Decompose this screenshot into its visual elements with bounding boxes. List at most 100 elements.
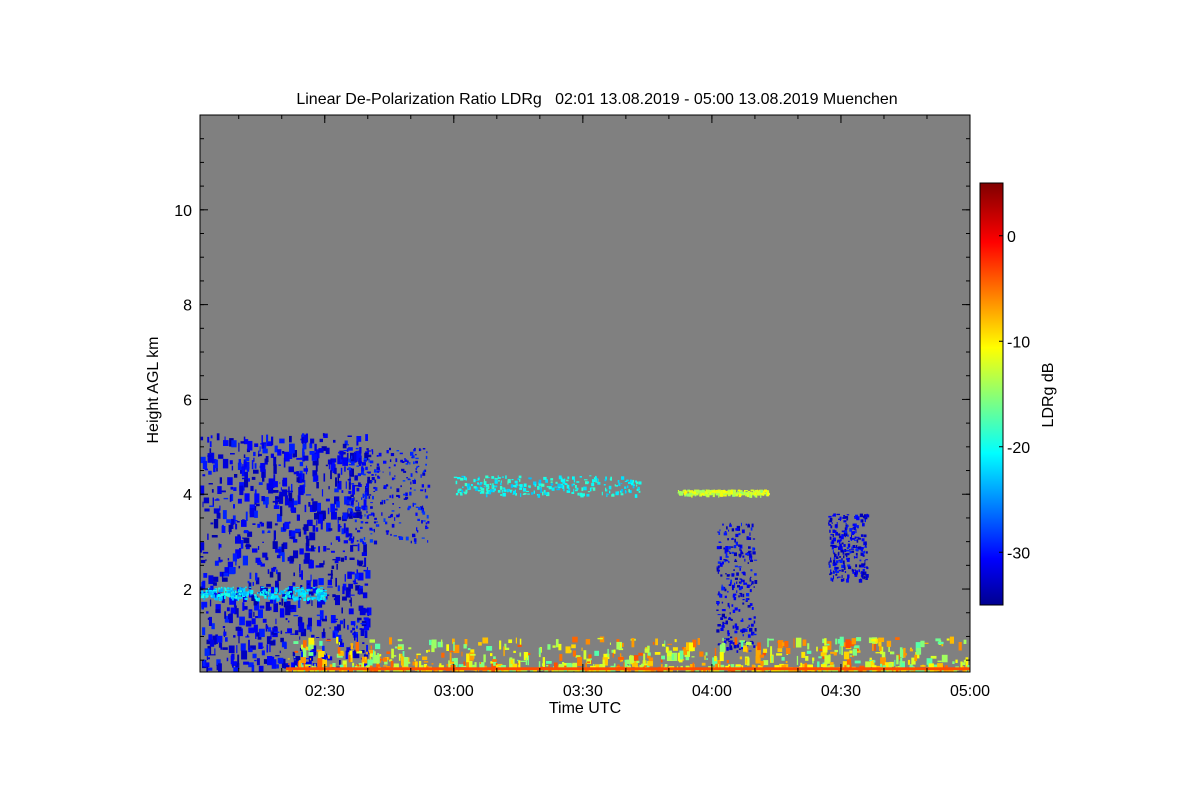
pixel [243, 661, 249, 665]
pixel [361, 507, 365, 509]
pixel [361, 497, 363, 500]
pixel [690, 493, 694, 495]
pixel [856, 555, 858, 559]
x-tick-label: 03:30 [563, 683, 603, 700]
pixel [719, 529, 721, 532]
pixel [238, 596, 241, 600]
pixel [241, 593, 244, 597]
pixel [319, 651, 324, 658]
pixel [358, 482, 361, 486]
pixel [555, 639, 559, 648]
pixel [319, 640, 323, 646]
pixel [731, 538, 734, 540]
pixel [716, 546, 721, 550]
pixel [215, 609, 220, 613]
pixel [217, 594, 221, 597]
pixel [603, 484, 606, 486]
pixel [916, 647, 922, 655]
x-tick-label: 04:00 [692, 683, 732, 700]
pixel [573, 488, 575, 492]
pixel [748, 624, 750, 627]
pixel [861, 538, 865, 542]
pixel [335, 556, 341, 561]
pixel [367, 476, 370, 484]
pixel [728, 550, 731, 553]
pixel [500, 480, 502, 483]
pixel [849, 550, 852, 554]
pixel [248, 639, 250, 650]
pixel [290, 633, 295, 635]
pixel [478, 483, 482, 486]
pixel [842, 579, 844, 582]
pixel [847, 564, 851, 567]
pixel [391, 648, 394, 659]
pixel [367, 471, 371, 474]
pixel [220, 588, 224, 592]
pixel [558, 486, 561, 489]
pixel [267, 530, 271, 533]
pixel [567, 476, 570, 479]
pixel [830, 569, 832, 573]
pixel [345, 589, 349, 598]
pixel [316, 520, 318, 526]
pixel [829, 536, 832, 540]
colorbar-tick-label: 0 [1007, 229, 1016, 246]
pixel [216, 635, 223, 643]
pixel [206, 666, 209, 672]
pixel [299, 636, 301, 640]
pixel [200, 543, 203, 553]
pixel [299, 592, 303, 596]
pixel [356, 540, 359, 542]
pixel [377, 466, 380, 470]
pixel [340, 557, 345, 562]
pixel [262, 471, 265, 482]
pixel [210, 522, 214, 525]
pixel [512, 490, 516, 495]
pixel [559, 654, 563, 662]
pixel [242, 477, 245, 480]
pixel [464, 492, 467, 495]
pixel [807, 643, 810, 650]
pixel [248, 589, 251, 593]
pixel [880, 663, 883, 668]
pixel [202, 460, 208, 469]
pixel [853, 556, 856, 559]
pixel [590, 658, 592, 661]
pixel [301, 663, 303, 667]
pixel [222, 626, 226, 629]
pixel [678, 491, 680, 494]
pixel [418, 448, 421, 452]
pixel [739, 568, 741, 571]
y-tick-label: 6 [183, 392, 192, 409]
pixel [682, 490, 686, 492]
pixel [500, 494, 503, 496]
pixel [277, 449, 282, 456]
pixel [341, 490, 344, 493]
pixel [379, 654, 382, 657]
pixel [726, 660, 729, 664]
pixel [491, 476, 495, 479]
pixel [355, 527, 357, 531]
pixel [527, 493, 530, 495]
pixel [728, 529, 730, 532]
pixel [231, 597, 234, 601]
pixel [208, 616, 212, 626]
pixel [212, 592, 214, 595]
pixel [220, 593, 224, 596]
pixel [624, 486, 627, 489]
pixel [846, 558, 850, 562]
pixel [480, 486, 483, 489]
pixel [207, 533, 209, 540]
pixel [517, 663, 519, 665]
pixel [272, 500, 278, 503]
pixel [324, 598, 327, 602]
pixel [558, 643, 562, 651]
pixel [517, 644, 522, 647]
pixel [706, 493, 710, 498]
pixel [209, 505, 214, 507]
pixel [337, 475, 339, 484]
pixel [278, 660, 283, 664]
pixel [830, 651, 835, 654]
pixel [377, 470, 380, 473]
pixel [235, 536, 241, 544]
